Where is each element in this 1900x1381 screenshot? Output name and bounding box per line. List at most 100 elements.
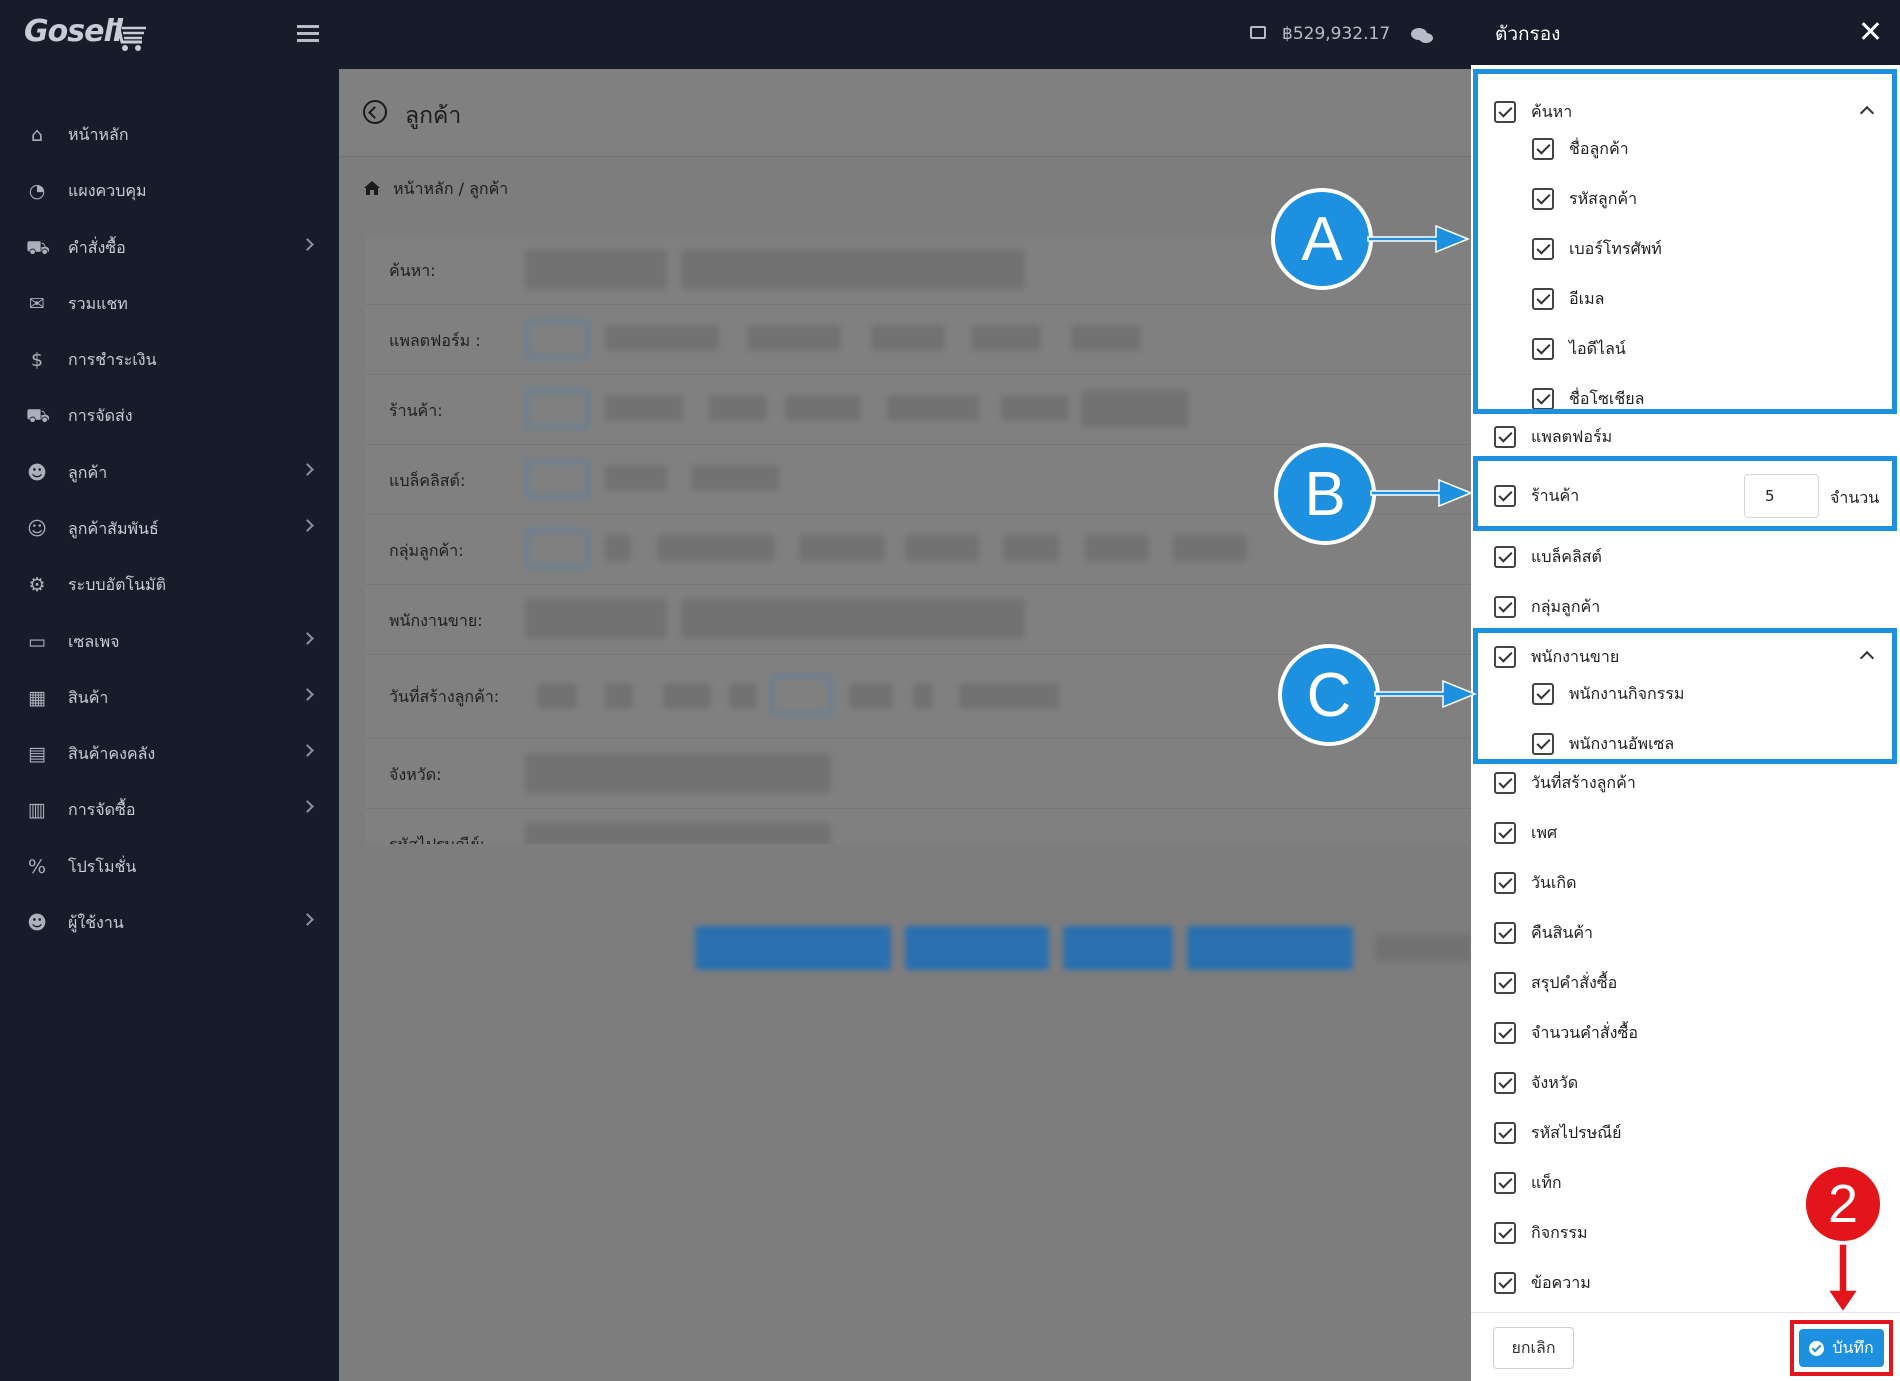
sidebar-item[interactable]: ▦ สินค้า (0, 670, 339, 726)
sidebar-item[interactable]: ☻ ผู้ใช้งาน (0, 895, 339, 951)
filter-row-store: ร้านค้า: (365, 375, 1471, 445)
checkbox-checked-icon[interactable] (1494, 972, 1516, 994)
checkbox-customer-group[interactable]: กลุ่มลูกค้า (1494, 587, 1600, 627)
filter-row-salesperson: พนักงานขาย: (365, 585, 1471, 655)
checkbox-checked-icon[interactable] (1494, 822, 1516, 844)
sidebar-item[interactable]: ⚙ ระบบอัตโนมัติ (0, 557, 339, 613)
sidebar: ⌂ หน้าหลัก ◔ แผงควบคุม ⛟ คำสั่งซื้อ ✉ รวมแชท $ กา… (0, 69, 339, 1381)
callout-c: C (1278, 644, 1380, 746)
checkbox-filter-option[interactable]: วันเกิด (1494, 863, 1576, 903)
sidebar-item[interactable]: ▭ เซลเพจ (0, 614, 339, 670)
dashboard-icon: ◔ (28, 180, 46, 202)
checkbox-checked-icon[interactable] (1494, 872, 1516, 894)
checkbox-checked-icon[interactable] (1494, 1072, 1516, 1094)
checkbox-filter-option[interactable]: คืนสินค้า (1494, 913, 1593, 953)
home-icon[interactable] (363, 180, 381, 196)
save-button[interactable]: บันทึก (1799, 1329, 1884, 1367)
checkbox-store[interactable]: ร้านค้า (1494, 476, 1579, 516)
checkbox-checked-icon[interactable] (1532, 138, 1554, 160)
sidebar-item[interactable]: ⌂ หน้าหลัก (0, 107, 339, 163)
breadcrumb-text[interactable]: หน้าหลัก / ลูกค้า (393, 177, 508, 202)
sidebar-item[interactable]: ☺ ลูกค้าสัมพันธ์ (0, 501, 339, 557)
checkbox-checked-icon[interactable] (1494, 1172, 1516, 1194)
checkbox-blacklist[interactable]: แบล็คลิสต์ (1494, 537, 1602, 577)
wallet-balance[interactable]: ฿529,932.17 (1282, 24, 1390, 44)
sidebar-item-label: ผู้ใช้งาน (68, 912, 124, 932)
checkbox-filter-option[interactable]: วันที่สร้างลูกค้า (1494, 763, 1636, 803)
cancel-button[interactable]: ยกเลิก (1493, 1327, 1574, 1369)
chevron-right-icon (301, 519, 314, 532)
checkbox-label: แพลตฟอร์ม (1531, 426, 1613, 446)
checkbox-checked-icon[interactable] (1494, 101, 1516, 123)
checkbox-salesperson-child[interactable]: พนักงานกิจกรรม (1532, 674, 1684, 714)
checkbox-salesperson-child[interactable]: พนักงานอัพเซล (1532, 724, 1674, 764)
chevron-up-icon[interactable] (1859, 105, 1875, 121)
sidebar-item[interactable]: ▤ สินค้าคงคลัง (0, 726, 339, 782)
checkbox-checked-icon[interactable] (1494, 1122, 1516, 1144)
boxes-icon: ▦ (28, 687, 46, 709)
robot-icon: ⚙ (28, 574, 46, 596)
chevron-up-icon[interactable] (1859, 650, 1875, 666)
checkbox-search-child[interactable]: ไอดีไลน์ (1532, 329, 1626, 369)
sidebar-item-label: ระบบอัตโนมัติ (68, 574, 166, 594)
checkbox-filter-option[interactable]: กิจกรรม (1494, 1213, 1587, 1253)
checkbox-checked-icon[interactable] (1532, 338, 1554, 360)
checkbox-filter-option[interactable]: แท็ก (1494, 1163, 1562, 1203)
checkbox-filter-option[interactable]: ข้อความ (1494, 1263, 1591, 1303)
checkbox-checked-icon[interactable] (1494, 646, 1516, 668)
checkbox-checked-icon[interactable] (1494, 485, 1516, 507)
checkbox-checked-icon[interactable] (1532, 388, 1554, 410)
checkbox-filter-option[interactable]: สรุปคำสั่งซื้อ (1494, 963, 1617, 1003)
sidebar-item[interactable]: ▥ การจัดซื้อ (0, 782, 339, 838)
chevron-right-icon (301, 463, 314, 476)
close-icon[interactable] (1859, 20, 1881, 42)
checkbox-checked-icon[interactable] (1494, 772, 1516, 794)
checkbox-platform[interactable]: แพลตฟอร์ม (1494, 417, 1612, 457)
checkbox-salesperson[interactable]: พนักงานขาย (1494, 637, 1619, 677)
checkbox-checked-icon[interactable] (1532, 683, 1554, 705)
dolly-icon: ▥ (28, 799, 46, 821)
store-count-input[interactable] (1744, 474, 1819, 518)
checkbox-checked-icon[interactable] (1532, 733, 1554, 755)
checkbox-filter-option[interactable]: เพศ (1494, 813, 1557, 853)
page-header: ลูกค้า (339, 69, 1471, 157)
sidebar-item[interactable]: ⛟ คำสั่งซื้อ (0, 220, 339, 276)
checkbox-checked-icon[interactable] (1494, 1222, 1516, 1244)
gosell-logo[interactable]: Gosell (24, 14, 146, 54)
sidebar-item-label: รวมแชท (68, 293, 128, 313)
sidebar-item[interactable]: $ การชำระเงิน (0, 332, 339, 388)
sidebar-item-label: ลูกค้า (68, 462, 108, 482)
checkbox-checked-icon[interactable] (1494, 546, 1516, 568)
sidebar-item[interactable]: ◔ แผงควบคุม (0, 163, 339, 219)
sidebar-item-label: สินค้า (68, 687, 109, 707)
checkbox-checked-icon[interactable] (1494, 596, 1516, 618)
cart-logo-icon (110, 22, 146, 51)
checkbox-checked-icon[interactable] (1494, 1022, 1516, 1044)
sidebar-item[interactable]: ✉ รวมแชท (0, 276, 339, 332)
checkbox-checked-icon[interactable] (1532, 238, 1554, 260)
checkbox-checked-icon[interactable] (1532, 188, 1554, 210)
checkbox-checked-icon[interactable] (1532, 288, 1554, 310)
checkbox-search[interactable]: ค้นหา (1494, 92, 1572, 132)
checkbox-checked-icon[interactable] (1494, 426, 1516, 448)
sidebar-item[interactable]: % โปรโมชั่น (0, 839, 339, 895)
back-arrow-icon[interactable] (363, 100, 387, 124)
checkbox-filter-option[interactable]: จำนวนคำสั่งซื้อ (1494, 1013, 1638, 1053)
checkbox-checked-icon[interactable] (1494, 922, 1516, 944)
checkbox-checked-icon[interactable] (1494, 1272, 1516, 1294)
filter-label: ร้านค้า: (389, 401, 443, 420)
chat-bubbles-icon[interactable] (1411, 28, 1433, 44)
checkbox-search-child[interactable]: ชื่อลูกค้า (1532, 129, 1629, 169)
checkbox-search-child[interactable]: เบอร์โทรศัพท์ (1532, 229, 1662, 269)
sidebar-item[interactable]: ⛟ การจัดส่ง (0, 388, 339, 444)
wallet-icon (1250, 26, 1266, 39)
menu-toggle-icon[interactable] (297, 25, 319, 43)
checkbox-filter-option[interactable]: รหัสไปรษณีย์ (1494, 1113, 1621, 1153)
sidebar-item-label: หน้าหลัก (68, 124, 129, 144)
checkbox-search-child[interactable]: อีเมล (1532, 279, 1604, 319)
checkbox-label: อีเมล (1569, 288, 1605, 308)
sidebar-item[interactable]: ☻ ลูกค้า (0, 445, 339, 501)
checkbox-search-child[interactable]: รหัสลูกค้า (1532, 179, 1637, 219)
checkbox-search-child[interactable]: ชื่อโซเชียล (1532, 379, 1644, 419)
checkbox-filter-option[interactable]: จังหวัด (1494, 1063, 1578, 1103)
